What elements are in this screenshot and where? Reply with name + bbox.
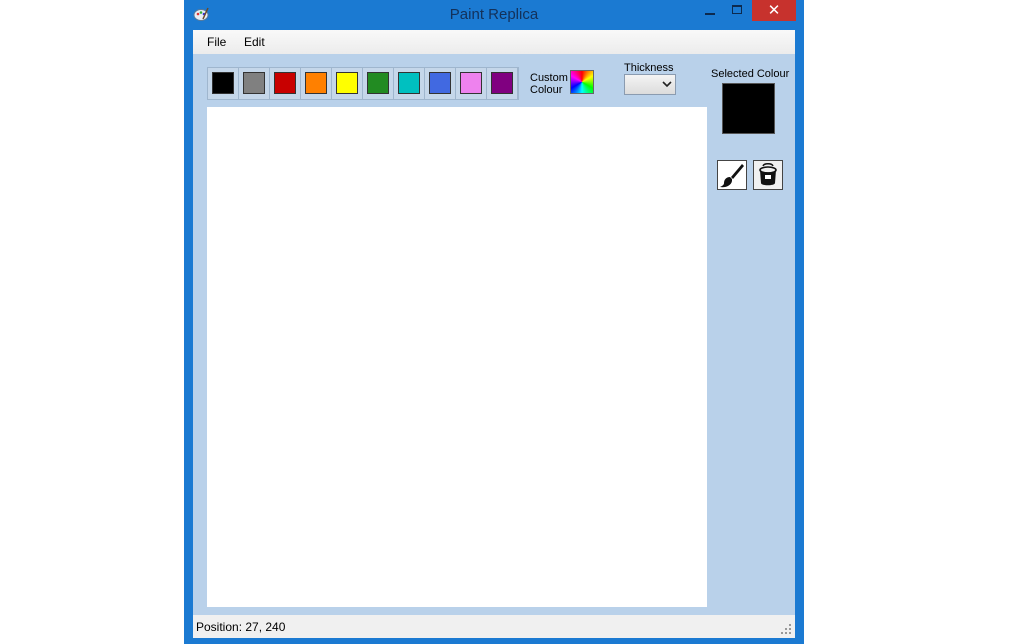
paint-bucket-icon xyxy=(759,163,777,186)
fill-tool-button[interactable] xyxy=(753,160,783,190)
brush-tool-button[interactable] xyxy=(717,160,747,190)
client-area: Custom Colour Thickness Selected Colour xyxy=(193,54,795,615)
palette-cell-black[interactable] xyxy=(208,68,239,99)
title-bar[interactable]: Paint Replica ✕ xyxy=(184,0,804,30)
close-icon: ✕ xyxy=(767,1,781,19)
app-window: Paint Replica ✕ File Edit Custom Colour … xyxy=(184,0,804,644)
colour-swatch-orange xyxy=(305,72,327,94)
menu-bar: File Edit xyxy=(193,30,795,54)
palette-cell-green[interactable] xyxy=(363,68,394,99)
selected-colour-swatch xyxy=(722,83,775,134)
palette-cell-cyan[interactable] xyxy=(394,68,425,99)
color-wheel-icon[interactable] xyxy=(570,70,594,94)
thickness-select[interactable] xyxy=(624,74,676,95)
colour-swatch-yellow xyxy=(336,72,358,94)
palette-cell-blue[interactable] xyxy=(425,68,456,99)
colour-swatch-black xyxy=(212,72,234,94)
palette-cell-pink[interactable] xyxy=(456,68,487,99)
custom-colour-label-line1: Custom xyxy=(530,72,568,84)
colour-swatch-blue xyxy=(429,72,451,94)
close-button[interactable]: ✕ xyxy=(752,0,796,21)
menu-edit[interactable]: Edit xyxy=(244,35,265,49)
drawing-canvas[interactable] xyxy=(207,107,707,607)
custom-colour-label-line2: Colour xyxy=(530,84,563,96)
palette-cell-yellow[interactable] xyxy=(332,68,363,99)
resize-grip-icon[interactable] xyxy=(780,623,792,635)
colour-swatch-green xyxy=(367,72,389,94)
maximize-button[interactable] xyxy=(724,0,752,21)
colour-swatch-gray xyxy=(243,72,265,94)
minimize-button[interactable] xyxy=(696,0,724,21)
custom-colour-label: Custom Colour xyxy=(530,72,570,96)
selected-colour-label: Selected Colour xyxy=(711,68,790,80)
chevron-down-icon xyxy=(662,81,672,88)
colour-swatch-purple xyxy=(491,72,513,94)
palette-cell-orange[interactable] xyxy=(301,68,332,99)
status-bar: Position: 27, 240 xyxy=(193,615,795,638)
palette-cell-purple[interactable] xyxy=(487,68,518,99)
palette-cell-gray[interactable] xyxy=(239,68,270,99)
palette-cell-red[interactable] xyxy=(270,68,301,99)
colour-swatch-pink xyxy=(460,72,482,94)
menu-file[interactable]: File xyxy=(207,35,226,49)
thickness-label: Thickness xyxy=(624,62,674,74)
colour-palette xyxy=(207,67,519,100)
colour-swatch-cyan xyxy=(398,72,420,94)
cursor-position: Position: 27, 240 xyxy=(196,620,286,634)
colour-swatch-red xyxy=(274,72,296,94)
paintbrush-icon xyxy=(720,164,744,188)
